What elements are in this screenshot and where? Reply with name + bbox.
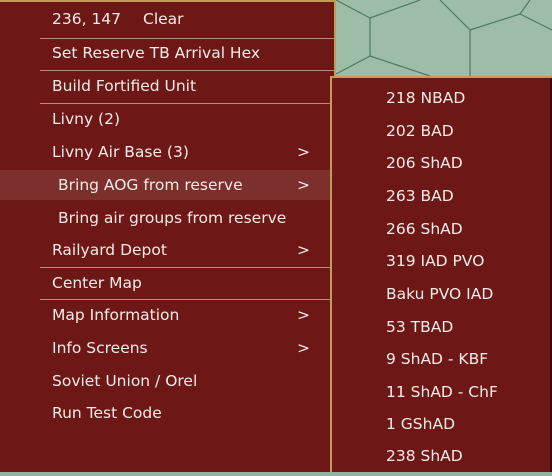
submenu-item-266-shad[interactable]: 266 ShAD [332, 213, 552, 245]
submenu-item-206-shad[interactable]: 206 ShAD [332, 147, 552, 179]
submenu-item-baku-pvo-iad[interactable]: Baku PVO IAD [332, 278, 552, 310]
submenu-item-263-bad[interactable]: 263 BAD [332, 180, 552, 212]
submenu-item-label: 206 ShAD [386, 154, 463, 172]
menu-item-info-screens[interactable]: Info Screens > [0, 333, 334, 363]
submenu-item-label: Baku PVO IAD [386, 285, 494, 303]
menu-item-label: Bring air groups from reserve [58, 209, 287, 227]
submenu-item-label: 218 NBAD [386, 89, 466, 107]
submenu-item-label: 266 ShAD [386, 220, 463, 238]
menu-item-label: Bring AOG from reserve [58, 176, 243, 194]
clear-button[interactable]: Clear [143, 4, 184, 34]
aog-submenu: 218 NBAD 202 BAD 206 ShAD 263 BAD 266 Sh… [330, 76, 552, 472]
submenu-item-53-tbad[interactable]: 53 TBAD [332, 311, 552, 343]
menu-item-bring-aog-from-reserve[interactable]: Bring AOG from reserve > [0, 170, 334, 200]
submenu-item-238-shad[interactable]: 238 ShAD [332, 440, 552, 472]
menu-item-set-reserve-tb-arrival-hex[interactable]: Set Reserve TB Arrival Hex [0, 38, 334, 68]
menu-item-livny[interactable]: Livny (2) [0, 104, 334, 134]
menu-item-label: Build Fortified Unit [52, 77, 197, 95]
submenu-item-label: 263 BAD [386, 187, 454, 205]
menu-item-center-map[interactable]: Center Map [0, 268, 334, 298]
submenu-item-9-shad-kbf[interactable]: 9 ShAD - KBF [332, 343, 552, 375]
submenu-arrow-icon: > [297, 241, 310, 259]
hex-coordinates: 236, 147 [52, 10, 122, 28]
submenu-arrow-icon: > [297, 339, 310, 357]
context-menu: 236, 147 Clear Set Reserve TB Arrival He… [0, 0, 336, 472]
submenu-arrow-icon: > [297, 143, 310, 161]
menu-item-run-test-code[interactable]: Run Test Code [0, 398, 334, 428]
menu-item-map-information[interactable]: Map Information > [0, 300, 334, 330]
menu-item-label: Set Reserve TB Arrival Hex [52, 44, 261, 62]
submenu-item-11-shad-chf[interactable]: 11 ShAD - ChF [332, 376, 552, 408]
submenu-item-label: 1 GShAD [386, 415, 456, 433]
submenu-item-label: 53 TBAD [386, 318, 454, 336]
menu-item-build-fortified-unit[interactable]: Build Fortified Unit [0, 71, 334, 101]
menu-item-soviet-union-orel[interactable]: Soviet Union / Orel [0, 366, 334, 396]
menu-item-label: Railyard Depot [52, 241, 167, 259]
submenu-item-label: 319 IAD PVO [386, 252, 485, 270]
submenu-item-218-nbad[interactable]: 218 NBAD [332, 82, 552, 114]
menu-item-label: Soviet Union / Orel [52, 372, 198, 390]
menu-item-label: Run Test Code [52, 404, 162, 422]
submenu-item-202-bad[interactable]: 202 BAD [332, 115, 552, 147]
submenu-item-label: 202 BAD [386, 122, 454, 140]
menu-item-label: Center Map [52, 274, 142, 292]
submenu-item-label: 238 ShAD [386, 447, 463, 465]
menu-item-label: Info Screens [52, 339, 148, 357]
submenu-arrow-icon: > [297, 306, 310, 324]
submenu-arrow-icon: > [297, 176, 310, 194]
submenu-item-1-gshad[interactable]: 1 GShAD [332, 408, 552, 440]
submenu-item-label: 9 ShAD - KBF [386, 350, 489, 368]
menu-item-label: Livny (2) [52, 110, 120, 128]
menu-item-bring-air-groups-from-reserve[interactable]: Bring air groups from reserve [0, 203, 334, 233]
menu-item-label: Livny Air Base (3) [52, 143, 189, 161]
coords-row: 236, 147 Clear [0, 4, 334, 34]
submenu-item-label: 11 ShAD - ChF [386, 383, 498, 401]
submenu-item-319-iad-pvo[interactable]: 319 IAD PVO [332, 245, 552, 277]
menu-item-label: Map Information [52, 306, 180, 324]
menu-item-railyard-depot[interactable]: Railyard Depot > [0, 235, 334, 265]
menu-item-livny-air-base[interactable]: Livny Air Base (3) > [0, 137, 334, 167]
